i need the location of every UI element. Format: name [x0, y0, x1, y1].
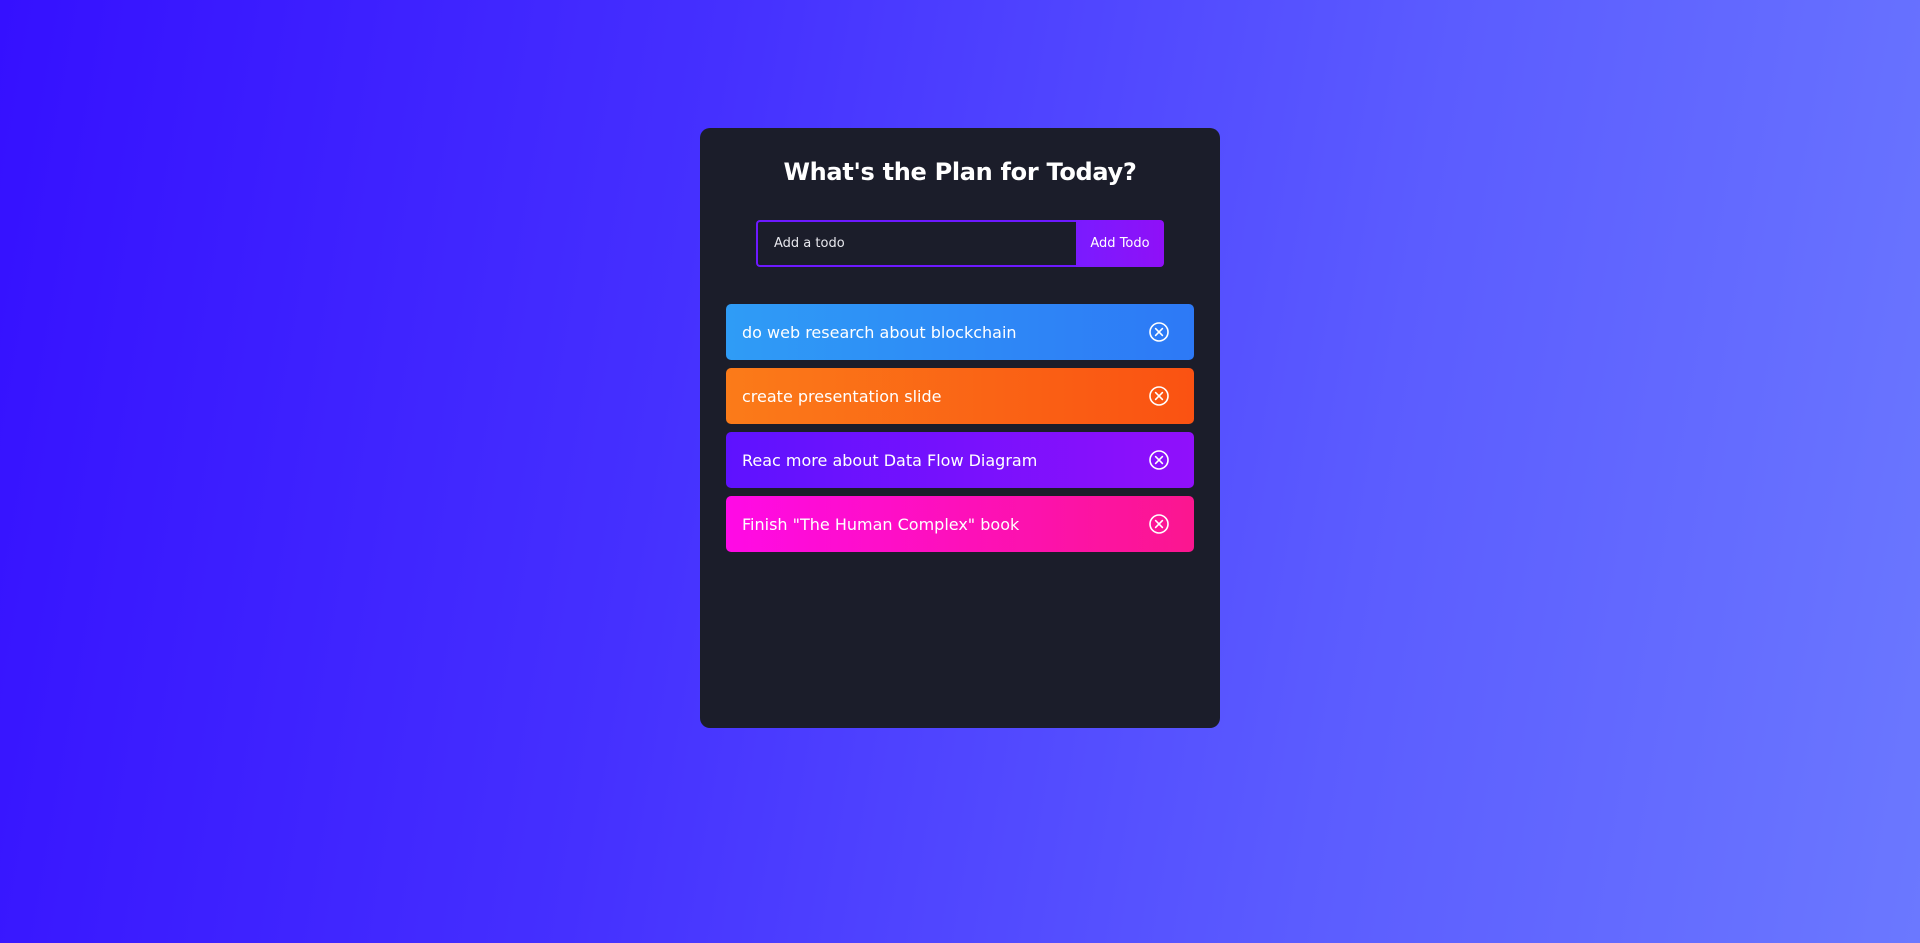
todo-item-text[interactable]: Reac more about Data Flow Diagram — [742, 451, 1037, 470]
todo-item[interactable]: Finish "The Human Complex" book — [726, 496, 1194, 552]
close-circle-icon[interactable] — [1148, 321, 1170, 343]
todo-item[interactable]: Reac more about Data Flow Diagram — [726, 432, 1194, 488]
todo-item[interactable]: create presentation slide — [726, 368, 1194, 424]
todo-list: do web research about blockchain create … — [726, 304, 1194, 560]
todo-item-text[interactable]: create presentation slide — [742, 387, 941, 406]
close-circle-icon[interactable] — [1148, 513, 1170, 535]
todo-item[interactable]: do web research about blockchain — [726, 304, 1194, 360]
todo-item-text[interactable]: Finish "The Human Complex" book — [742, 515, 1019, 534]
todo-form: Add Todo — [756, 220, 1164, 267]
close-circle-icon[interactable] — [1148, 449, 1170, 471]
todo-app-panel: What's the Plan for Today? Add Todo do w… — [700, 128, 1220, 728]
page-title: What's the Plan for Today? — [783, 158, 1137, 186]
todo-item-text[interactable]: do web research about blockchain — [742, 323, 1017, 342]
todo-input[interactable] — [756, 220, 1076, 267]
add-todo-button[interactable]: Add Todo — [1076, 220, 1164, 267]
close-circle-icon[interactable] — [1148, 385, 1170, 407]
